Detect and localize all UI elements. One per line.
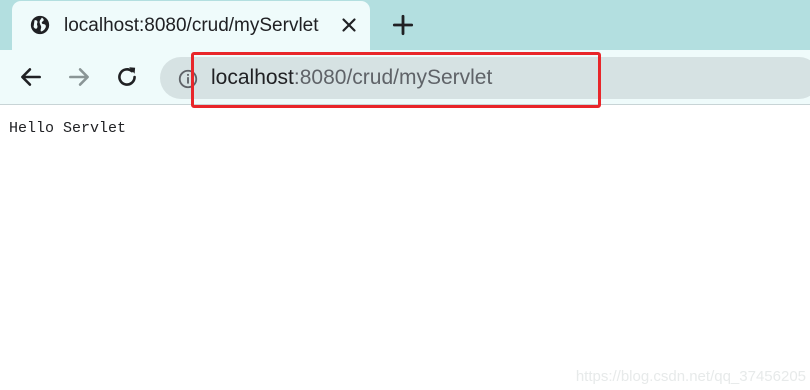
- page-body-text: Hello Servlet: [9, 120, 127, 137]
- plus-icon[interactable]: [390, 12, 416, 38]
- close-icon[interactable]: [338, 14, 360, 36]
- watermark: https://blog.csdn.net/qq_37456205: [575, 368, 806, 385]
- globe-icon: [30, 15, 50, 35]
- reload-icon[interactable]: [114, 64, 140, 90]
- arrow-left-icon[interactable]: [18, 64, 44, 90]
- tab-title: localhost:8080/crud/myServlet: [64, 15, 319, 36]
- arrow-right-icon[interactable]: [66, 64, 92, 90]
- annotation-highlight-box: [191, 52, 601, 108]
- tab-active[interactable]: localhost:8080/crud/myServlet: [12, 1, 370, 50]
- tab-strip: localhost:8080/crud/myServlet: [0, 0, 810, 50]
